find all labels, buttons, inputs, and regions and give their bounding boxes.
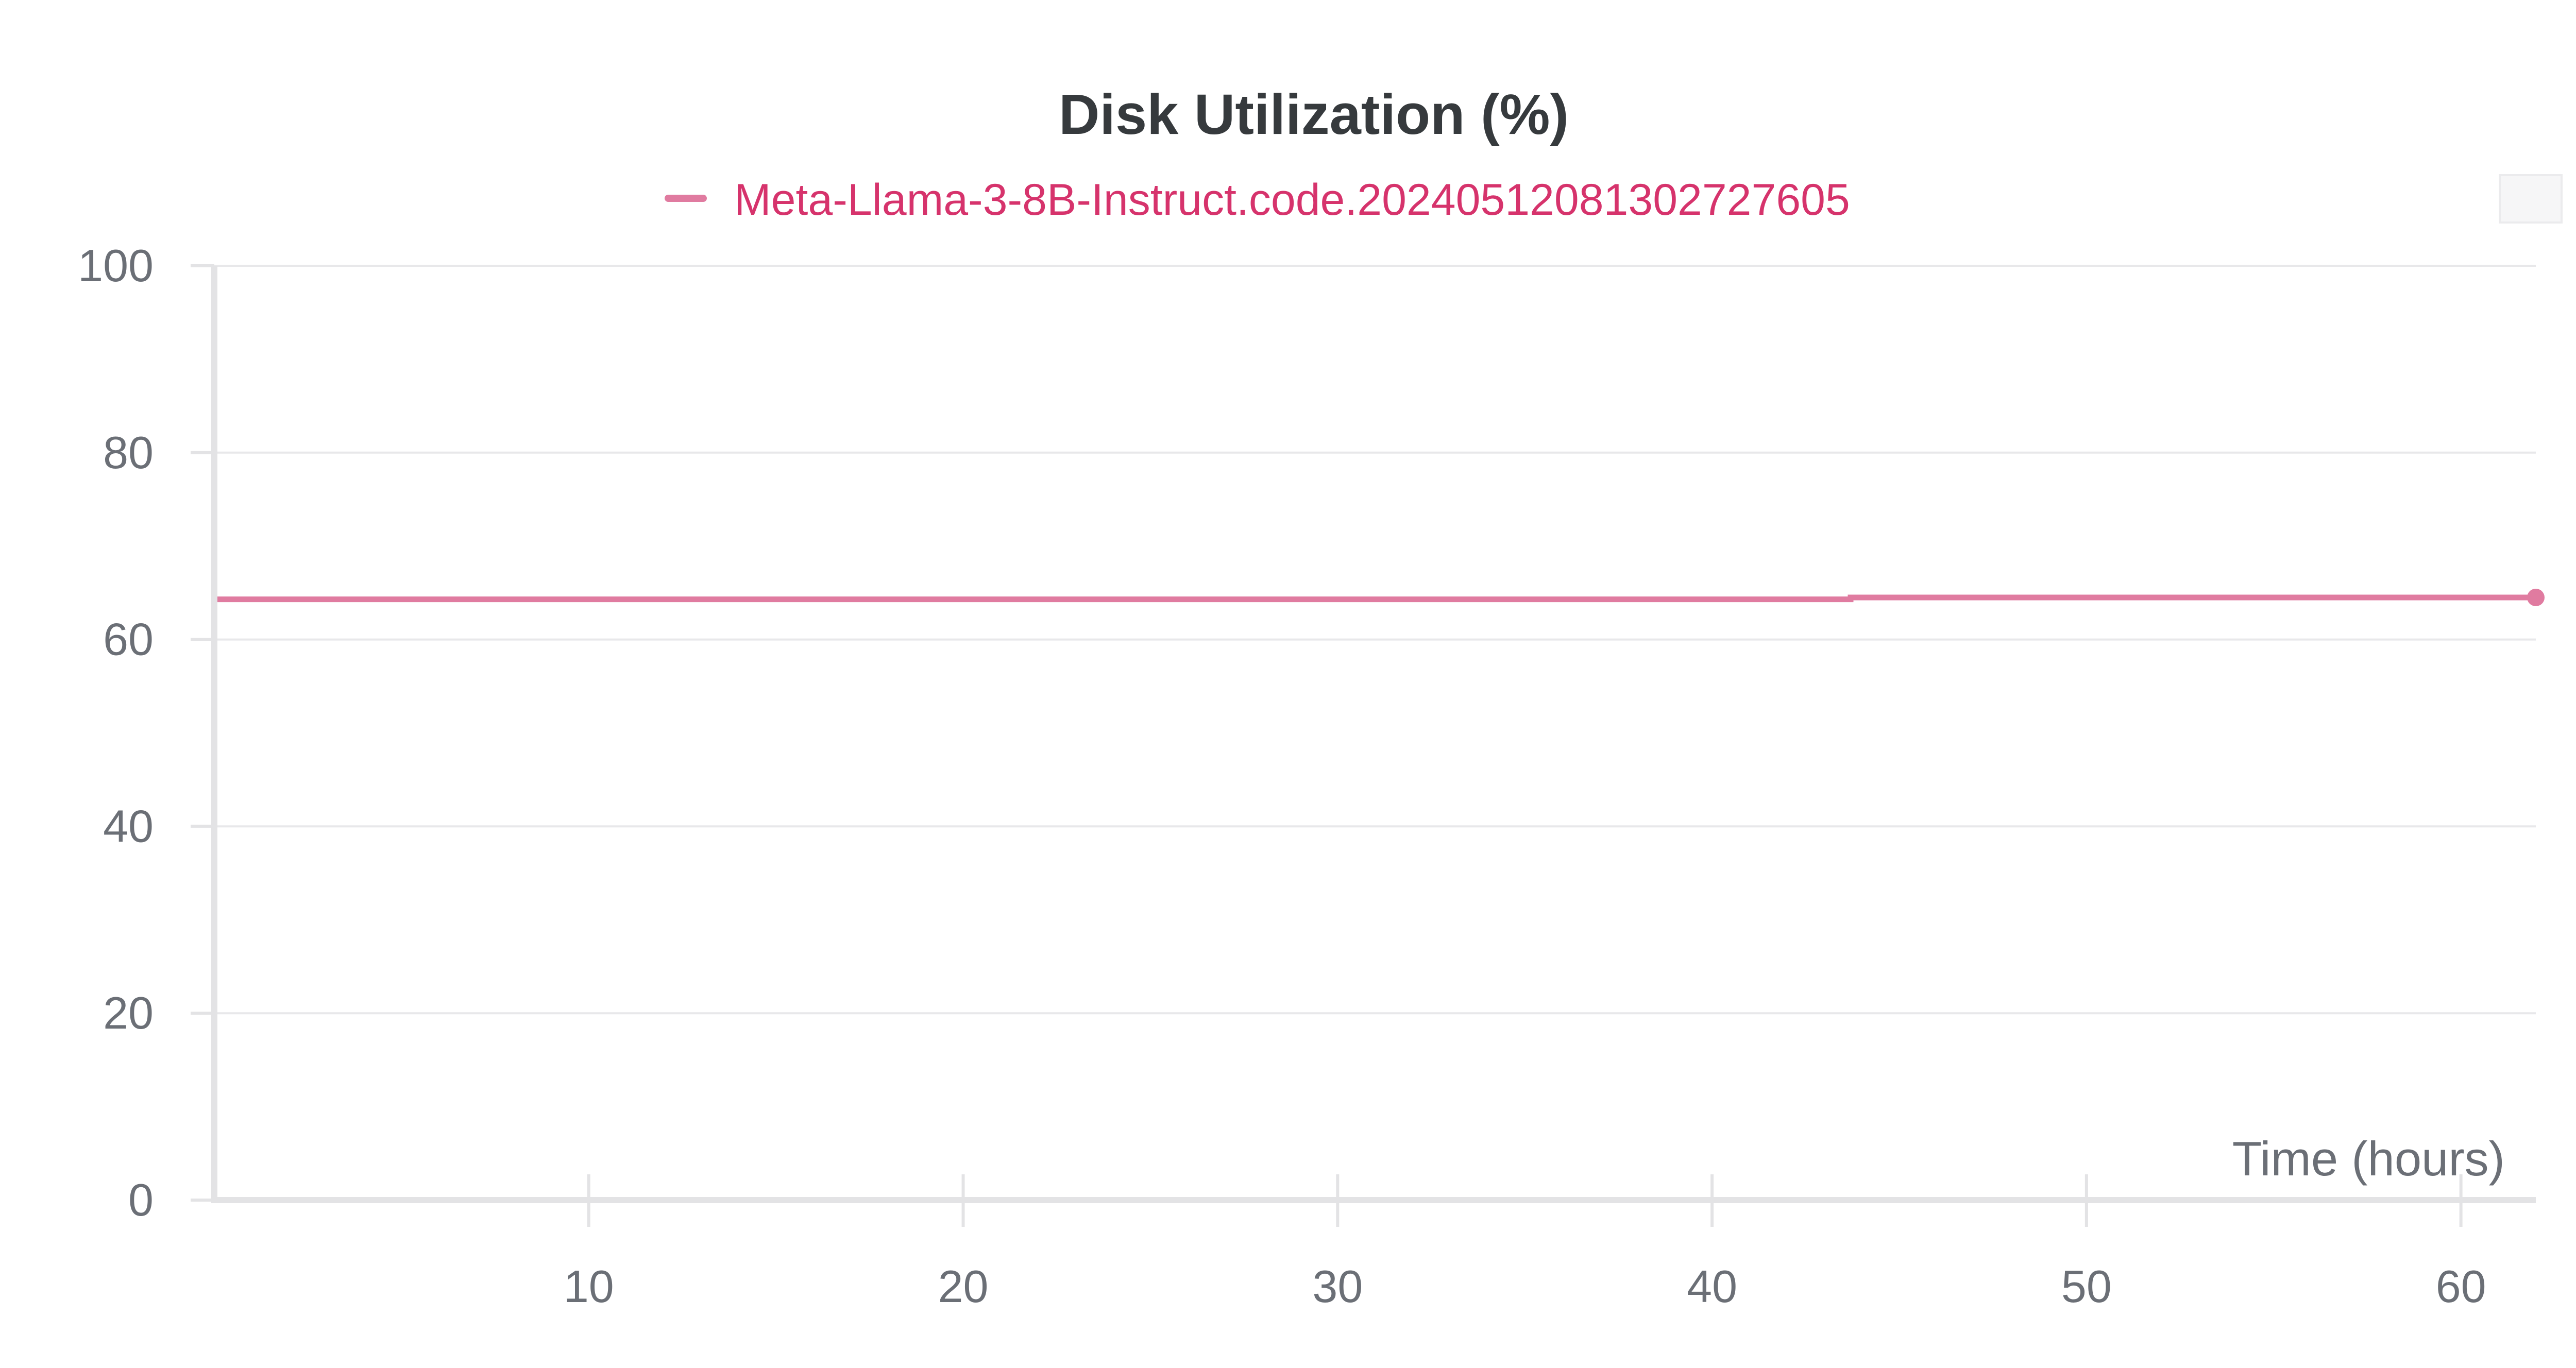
disk-utilization-chart: Disk Utilization (%) Meta-Llama-3-8B-Ins… [78, 83, 2563, 1312]
axes [211, 266, 2536, 1203]
y-tick-label: 60 [103, 614, 154, 665]
legend-scroll-handle[interactable] [2499, 174, 2563, 224]
legend-swatch [665, 195, 707, 202]
y-tick-label: 0 [128, 1174, 154, 1225]
x-tick-label: 50 [2061, 1261, 2112, 1312]
x-tick-label: 40 [1687, 1261, 1737, 1312]
series-line[interactable] [214, 594, 2536, 603]
legend[interactable]: Meta-Llama-3-8B-Instruct.code.2024051208… [665, 175, 1850, 225]
y-tick-label: 80 [103, 427, 154, 478]
x-axis-ticks: 10 20 30 40 50 60 [564, 1174, 2486, 1312]
chart-title: Disk Utilization (%) [1059, 83, 1569, 146]
y-axis-ticks: 0 20 40 60 80 100 [78, 240, 214, 1225]
series-endpoint[interactable] [2527, 588, 2545, 606]
x-axis-label: Time (hours) [2232, 1132, 2505, 1186]
legend-label: Meta-Llama-3-8B-Instruct.code.2024051208… [734, 175, 1850, 225]
y-tick-label: 20 [103, 987, 154, 1038]
y-tick-label: 40 [103, 800, 154, 851]
y-tick-label: 100 [78, 240, 154, 291]
gridlines [214, 265, 2536, 1015]
x-tick-label: 60 [2436, 1261, 2486, 1312]
x-tick-label: 20 [938, 1261, 989, 1312]
x-tick-label: 30 [1312, 1261, 1363, 1312]
series-layer [214, 588, 2545, 606]
x-tick-label: 10 [564, 1261, 614, 1312]
